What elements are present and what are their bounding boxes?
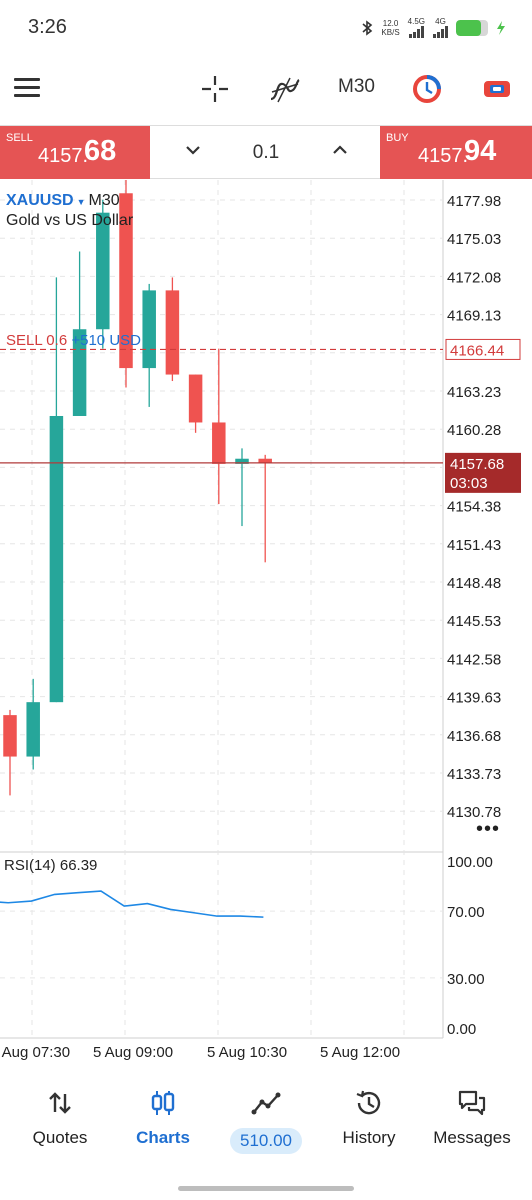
y-tick-label: 4175.03 xyxy=(447,231,501,248)
candle-body xyxy=(188,374,203,423)
sell-price-small: 4157. xyxy=(38,145,89,167)
crosshair-icon[interactable] xyxy=(198,72,232,106)
status-time: 3:26 xyxy=(28,16,67,38)
indicators-icon[interactable] xyxy=(268,72,302,106)
messages-icon xyxy=(458,1090,486,1116)
y-tick-label: 4133.73 xyxy=(447,766,501,783)
symbol-dropdown-icon: ▼ xyxy=(76,197,86,207)
order-profit-mid: 0 xyxy=(96,332,106,349)
symbol-timeframe: M30 xyxy=(88,192,120,209)
nav-messages-label: Messages xyxy=(433,1128,511,1147)
status-icons: 12.0 KB/S 4.5G 4G xyxy=(361,18,506,38)
y-tick-label: 4139.63 xyxy=(447,690,501,707)
y-tick-label: 4169.13 xyxy=(447,308,501,325)
rsi-label: RSI(14) 66.39 xyxy=(4,857,98,874)
buy-button[interactable]: BUY 4157. 94 xyxy=(380,126,532,179)
y-tick-label: 4154.38 xyxy=(447,499,501,516)
order-price-label: 4166.44 xyxy=(450,342,504,359)
sell-price-big: 68 xyxy=(84,135,117,167)
signal-type-2: 4G xyxy=(435,17,446,26)
x-tick-label: 5 Aug 12:00 xyxy=(320,1044,400,1060)
candle-body xyxy=(96,212,110,330)
symbol-title[interactable]: XAUUSD ▼ M30 xyxy=(6,192,120,210)
order-line-label[interactable]: SELL 0.6 +510 USD xyxy=(6,332,141,349)
sell-label: SELL xyxy=(6,132,33,144)
x-tick-label: 5 Aug 09:00 xyxy=(93,1044,173,1060)
lot-decrease-button[interactable] xyxy=(183,140,203,160)
candle-body xyxy=(165,290,180,375)
top-toolbar: M30 xyxy=(0,58,532,120)
signal-icon: 4.5G xyxy=(408,18,425,38)
sell-button[interactable]: SELL 4157. 68 xyxy=(0,126,150,179)
y-tick-label: 4172.08 xyxy=(447,269,501,286)
order-type: SELL 0.6 xyxy=(6,332,68,349)
nav-charts[interactable]: Charts xyxy=(110,1078,216,1148)
home-indicator[interactable] xyxy=(178,1186,354,1191)
symbol-name: XAUUSD xyxy=(6,192,74,209)
trade-panel: SELL 4157. 68 0.1 BUY 4157. 94 xyxy=(0,125,532,179)
bottom-nav: Quotes Charts 510.00 History Messages xyxy=(0,1078,532,1170)
countdown-label: 03:03 xyxy=(450,475,488,492)
trade-line-icon xyxy=(251,1092,281,1115)
candle-body xyxy=(3,715,17,757)
buy-price-small: 4157. xyxy=(418,145,469,167)
nav-history[interactable]: History xyxy=(316,1078,422,1148)
nav-history-label: History xyxy=(342,1128,396,1147)
y-tick-label: 4145.53 xyxy=(447,613,501,630)
candle-body xyxy=(49,415,64,703)
order-profit-currency: USD xyxy=(109,332,141,349)
rsi-level-label: 30.00 xyxy=(447,971,485,988)
timeframe-clock-icon[interactable] xyxy=(410,72,444,106)
history-clock-icon xyxy=(356,1090,381,1115)
y-tick-label: 4151.43 xyxy=(447,537,501,554)
nav-messages[interactable]: Messages xyxy=(419,1078,525,1148)
nav-trade[interactable]: 510.00 xyxy=(213,1078,319,1154)
charging-icon xyxy=(497,21,505,35)
net-speed-value: 12.0 xyxy=(382,19,399,28)
y-tick-label: 4163.23 xyxy=(447,384,501,401)
current-price-label: 4157.68 xyxy=(450,456,504,473)
net-speed: 12.0 KB/S xyxy=(381,19,399,37)
rsi-line xyxy=(0,890,264,918)
nav-quotes-label: Quotes xyxy=(32,1128,88,1147)
candle-body xyxy=(212,422,226,464)
rsi-level-label: 100.00 xyxy=(447,854,493,871)
buy-label: BUY xyxy=(386,132,409,144)
quotes-arrows-icon xyxy=(49,1092,71,1114)
order-profit: +51 xyxy=(71,332,97,349)
menu-icon[interactable] xyxy=(14,78,40,98)
candle-body xyxy=(142,290,156,369)
price-chart[interactable]: 4177.98 4175.03 4172.08 4169.13 4163.23 4160.… xyxy=(0,180,532,1060)
charts-candles-icon xyxy=(151,1091,175,1115)
nav-charts-label: Charts xyxy=(136,1128,190,1147)
signal-icon-2: 4G xyxy=(433,18,448,38)
rsi-level-label: 0.00 xyxy=(447,1021,476,1038)
candle-body xyxy=(258,458,272,463)
y-tick-label: 4177.98 xyxy=(447,193,501,210)
y-tick-label: 4160.28 xyxy=(447,422,501,439)
y-tick-label: 4136.68 xyxy=(447,728,501,745)
rsi-level-label: 70.00 xyxy=(447,904,485,921)
nav-balance-label: 510.00 xyxy=(230,1128,302,1154)
buy-price-big: 94 xyxy=(464,135,497,167)
timeframe-button[interactable]: M30 xyxy=(338,76,375,98)
y-tick-label: 4142.58 xyxy=(447,651,501,668)
lot-size-input[interactable]: 0.1 xyxy=(230,142,302,164)
x-tick-label: 5 Aug 07:30 xyxy=(0,1044,70,1060)
battery-icon xyxy=(456,20,488,36)
signal-type-1: 4.5G xyxy=(407,17,425,26)
one-click-trading-icon[interactable] xyxy=(480,72,514,106)
x-tick-label: 5 Aug 10:30 xyxy=(207,1044,287,1060)
candle-body xyxy=(26,702,40,757)
more-options-icon[interactable]: ••• xyxy=(476,818,500,841)
y-tick-label: 4148.48 xyxy=(447,575,501,592)
symbol-description: Gold vs US Dollar xyxy=(6,212,134,229)
lot-increase-button[interactable] xyxy=(330,140,350,160)
bluetooth-icon xyxy=(362,20,373,36)
net-speed-unit: KB/S xyxy=(381,28,400,37)
nav-quotes[interactable]: Quotes xyxy=(7,1078,113,1148)
status-bar: 3:26 12.0 KB/S 4.5G 4G xyxy=(0,0,532,58)
